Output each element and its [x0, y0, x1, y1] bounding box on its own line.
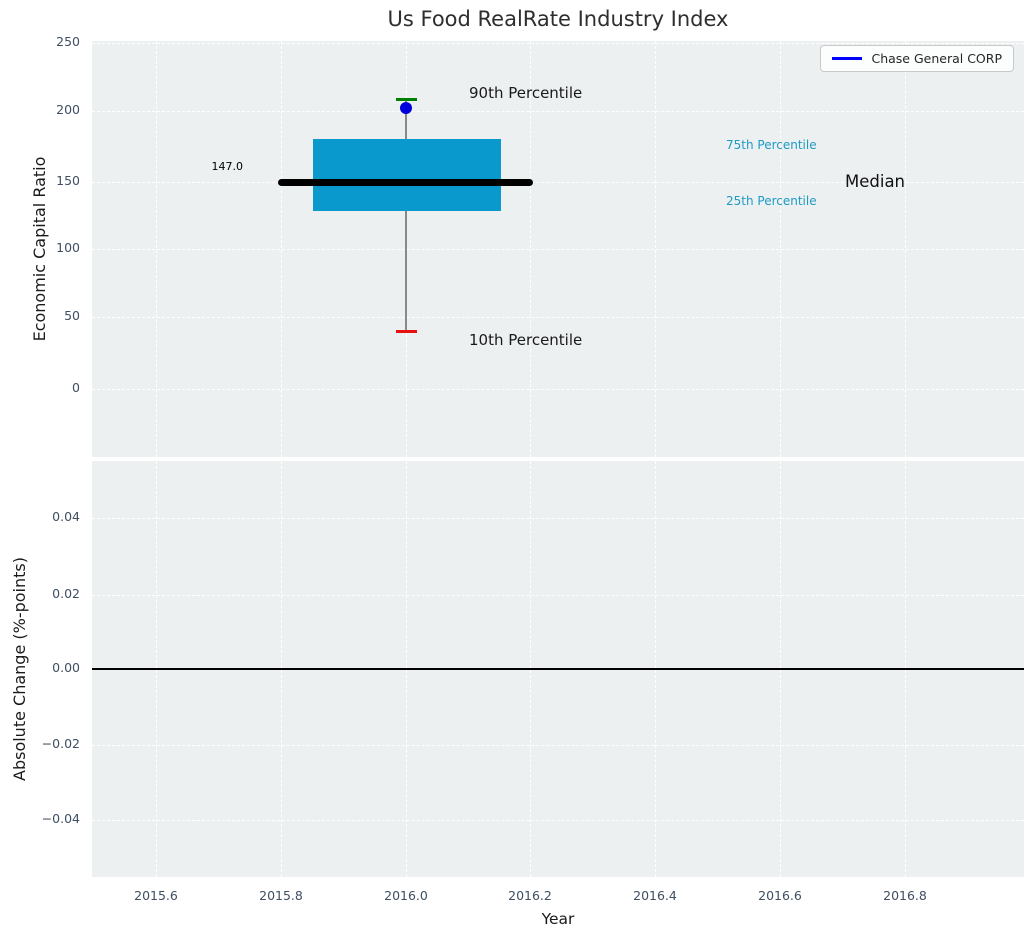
bottom-plot-area: [92, 461, 1024, 877]
gridline-v: [530, 41, 531, 457]
xtick: 2016.2: [490, 888, 570, 903]
gridline-h: [92, 820, 1024, 821]
median-line: [278, 179, 533, 186]
legend: Chase General CORP: [820, 45, 1014, 72]
gridline-h: [92, 389, 1024, 390]
xtick: 2016.6: [740, 888, 820, 903]
gridline-h: [92, 43, 1024, 44]
gridline-v: [655, 41, 656, 457]
zero-baseline: [92, 668, 1024, 670]
xtick: 2016.8: [865, 888, 945, 903]
gridline-v: [156, 41, 157, 457]
annotation-75th-percentile: 75th Percentile: [726, 138, 817, 152]
xtick: 2015.6: [116, 888, 196, 903]
whisker-line: [405, 100, 407, 332]
gridline-h: [92, 317, 1024, 318]
legend-label: Chase General CORP: [871, 51, 1002, 66]
ytick-top: 250: [4, 34, 80, 49]
p90-cap: [396, 98, 417, 101]
chart-title: Us Food RealRate Industry Index: [92, 7, 1024, 31]
gridline-h: [92, 595, 1024, 596]
annotation-median: Median: [845, 172, 905, 191]
annotation-10th-percentile: 10th Percentile: [469, 331, 582, 349]
xtick: 2015.8: [241, 888, 321, 903]
gridline-v: [780, 41, 781, 457]
gridline-v: [281, 41, 282, 457]
y-axis-label-bottom: Absolute Change (%-points): [10, 499, 30, 839]
x-axis-label: Year: [92, 910, 1024, 928]
top-plot-area: 147.0 90th Percentile 10th Percentile 75…: [92, 41, 1024, 457]
annotation-25th-percentile: 25th Percentile: [726, 194, 817, 208]
p10-cap: [396, 330, 417, 333]
legend-line-swatch: [832, 57, 862, 60]
xtick: 2016.4: [615, 888, 695, 903]
company-marker-dot: [400, 102, 412, 114]
y-axis-label-top: Economic Capital Ratio: [30, 89, 50, 409]
annotation-90th-percentile: 90th Percentile: [469, 84, 582, 102]
gridline-h: [92, 249, 1024, 250]
median-value-label: 147.0: [163, 160, 243, 173]
gridline-h: [92, 111, 1024, 112]
figure: Us Food RealRate Industry Index 147.0 90…: [0, 0, 1034, 942]
box-iqr: [313, 139, 501, 211]
xtick: 2016.0: [366, 888, 446, 903]
gridline-h: [92, 745, 1024, 746]
gridline-v: [905, 41, 906, 457]
gridline-h: [92, 518, 1024, 519]
